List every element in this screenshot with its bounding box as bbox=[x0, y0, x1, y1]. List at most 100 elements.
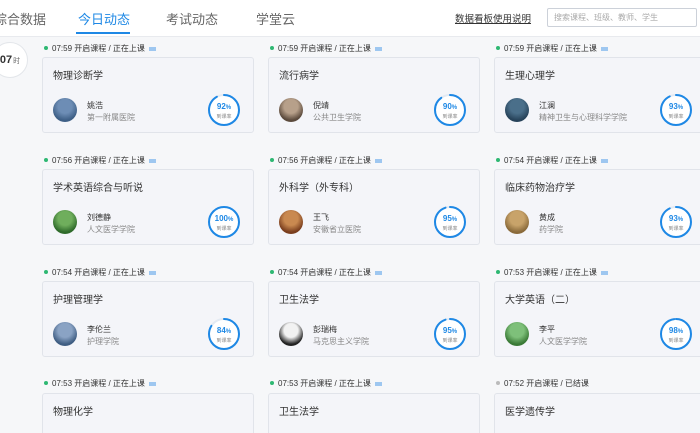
course-name: 卫生法学 bbox=[279, 407, 319, 418]
attendance-rate: 93% bbox=[668, 214, 684, 223]
course-name: 护理管理学 bbox=[53, 295, 103, 306]
status-text: 07:53 开启课程 / 正在上课 bbox=[52, 379, 145, 388]
attendance-rate: 98% bbox=[668, 326, 684, 335]
help-link[interactable]: 数据看板使用说明 bbox=[455, 11, 531, 25]
attendance-rate-value: 95 bbox=[442, 214, 452, 223]
live-badge-icon bbox=[148, 158, 156, 163]
attendance-ring: 90% 到课率 bbox=[433, 93, 467, 127]
attendance-label: 到课率 bbox=[442, 114, 458, 120]
course-card[interactable]: 临床药物治疗学黄成药学院 93% 到课率 bbox=[494, 169, 700, 245]
course-status: 07:59 开启课程 / 正在上课 bbox=[44, 43, 156, 57]
attendance-rate: 93% bbox=[668, 102, 684, 111]
live-badge-icon bbox=[374, 270, 382, 275]
hour-unit: 时 bbox=[13, 58, 21, 65]
teacher-org: 药学院 bbox=[539, 225, 563, 234]
attendance-label: 到课率 bbox=[216, 338, 232, 344]
course-name: 临床药物治疗学 bbox=[505, 183, 575, 194]
teacher-avatar bbox=[505, 98, 529, 122]
course-card[interactable]: 物理化学 bbox=[42, 393, 254, 433]
course-name: 物理化学 bbox=[53, 407, 93, 418]
live-dot-icon bbox=[270, 380, 274, 385]
course-card[interactable]: 外科学（外专科） 王飞 安徽省立医院 95% 到课率 bbox=[268, 169, 480, 245]
status-text: 07:56 开启课程 / 正在上课 bbox=[52, 156, 145, 165]
course-card[interactable]: 学术英语综合与听说 刘德静 人文医学学院 100% 到课率 bbox=[42, 169, 254, 245]
live-badge-icon bbox=[374, 46, 382, 51]
course-card[interactable]: 大学英语（二） 李平 人文医学学院 98% 到课率 bbox=[494, 281, 700, 357]
active-tab-indicator bbox=[76, 32, 130, 34]
course-status: 07:56 开启课程 / 正在上课 bbox=[44, 155, 156, 169]
hour-value: 07 bbox=[0, 54, 13, 66]
ended-dot-icon bbox=[496, 380, 500, 385]
course-name: 医学遗传学 bbox=[505, 407, 555, 418]
attendance-ring: 95% 到课率 bbox=[433, 317, 467, 351]
course-card[interactable]: 卫生法学 bbox=[268, 393, 480, 433]
search-input[interactable] bbox=[547, 8, 697, 27]
tab-xuetangyun[interactable]: 学堂云 bbox=[256, 9, 295, 28]
status-text: 07:54 开启课程 / 正在上课 bbox=[278, 268, 371, 277]
course-status: 07:59 开启课程 / 正在上课 bbox=[496, 43, 608, 57]
tab-overview[interactable]: 综合数据 bbox=[0, 9, 46, 28]
teacher-name: 彭瑞梅 bbox=[313, 325, 337, 334]
attendance-ring: 92% 到课率 bbox=[207, 93, 241, 127]
course-card[interactable]: 生理心理学 江澜 精神卫生与心理科学学院 93% 到课率 bbox=[494, 57, 700, 133]
status-text: 07:59 开启课程 / 正在上课 bbox=[504, 44, 597, 53]
live-badge-icon bbox=[148, 46, 156, 51]
tab-today[interactable]: 今日动态 bbox=[78, 9, 130, 28]
course-card[interactable]: 医学遗传学 bbox=[494, 393, 700, 433]
course-card[interactable]: 流行病学 倪靖 公共卫生学院 90% 到课率 bbox=[268, 57, 480, 133]
status-text: 07:52 开启课程 / 已结课 bbox=[504, 379, 589, 388]
course-status: 07:52 开启课程 / 已结课 bbox=[496, 378, 589, 392]
attendance-ring: 84% 到课率 bbox=[207, 317, 241, 351]
attendance-ring: 93% 到课率 bbox=[659, 93, 693, 127]
live-dot-icon bbox=[270, 269, 274, 274]
live-badge-icon bbox=[600, 270, 608, 275]
course-status: 07:54 开启课程 / 正在上课 bbox=[44, 267, 156, 281]
teacher-avatar bbox=[505, 322, 529, 346]
course-name: 流行病学 bbox=[279, 71, 319, 82]
status-text: 07:53 开启课程 / 正在上课 bbox=[278, 379, 371, 388]
attendance-rate-value: 90 bbox=[442, 102, 452, 111]
live-badge-icon bbox=[148, 381, 156, 386]
course-card[interactable]: 卫生法学 彭瑞梅 马克思主义学院 95% 到课率 bbox=[268, 281, 480, 357]
teacher-org: 人文医学学院 bbox=[539, 337, 587, 346]
attendance-ring: 100% 到课率 bbox=[207, 205, 241, 239]
teacher-name: 王飞 bbox=[313, 213, 329, 222]
top-nav: 综合数据 今日动态 考试动态 学堂云 数据看板使用说明 bbox=[0, 0, 700, 37]
live-badge-icon bbox=[374, 381, 382, 386]
attendance-rate-value: 84 bbox=[216, 326, 226, 335]
course-card[interactable]: 护理管理学李伦兰护理学院 84% 到课率 bbox=[42, 281, 254, 357]
status-text: 07:54 开启课程 / 正在上课 bbox=[52, 268, 145, 277]
teacher-name: 李伦兰 bbox=[87, 325, 111, 334]
attendance-rate-value: 92 bbox=[216, 102, 226, 111]
attendance-rate-value: 98 bbox=[668, 326, 678, 335]
live-dot-icon bbox=[496, 157, 500, 162]
teacher-org: 护理学院 bbox=[87, 337, 119, 346]
teacher-avatar bbox=[279, 98, 303, 122]
course-name: 外科学（外专科） bbox=[279, 183, 359, 194]
teacher-avatar bbox=[279, 210, 303, 234]
status-text: 07:59 开启课程 / 正在上课 bbox=[52, 44, 145, 53]
attendance-rate: 92% bbox=[216, 102, 232, 111]
teacher-name: 姚浩 bbox=[87, 101, 103, 110]
course-card[interactable]: 物理诊断学 姚浩 第一附属医院 92% 到课率 bbox=[42, 57, 254, 133]
course-status: 07:59 开启课程 / 正在上课 bbox=[270, 43, 382, 57]
live-badge-icon bbox=[600, 46, 608, 51]
live-dot-icon bbox=[496, 269, 500, 274]
tab-exams[interactable]: 考试动态 bbox=[166, 9, 218, 28]
attendance-label: 到课率 bbox=[668, 226, 684, 232]
course-status: 07:54 开启课程 / 正在上课 bbox=[270, 267, 382, 281]
teacher-org: 安徽省立医院 bbox=[313, 225, 361, 234]
course-status: 07:53 开启课程 / 正在上课 bbox=[44, 378, 156, 392]
teacher-name: 刘德静 bbox=[87, 213, 111, 222]
course-name: 生理心理学 bbox=[505, 71, 555, 82]
teacher-org: 公共卫生学院 bbox=[313, 113, 361, 122]
attendance-rate: 90% bbox=[442, 102, 458, 111]
live-dot-icon bbox=[270, 45, 274, 50]
live-badge-icon bbox=[374, 158, 382, 163]
teacher-name: 黄成 bbox=[539, 213, 555, 222]
live-badge-icon bbox=[600, 158, 608, 163]
course-name: 大学英语（二） bbox=[505, 295, 575, 306]
attendance-label: 到课率 bbox=[668, 114, 684, 120]
live-dot-icon bbox=[44, 45, 48, 50]
attendance-rate: 100% bbox=[214, 214, 234, 223]
